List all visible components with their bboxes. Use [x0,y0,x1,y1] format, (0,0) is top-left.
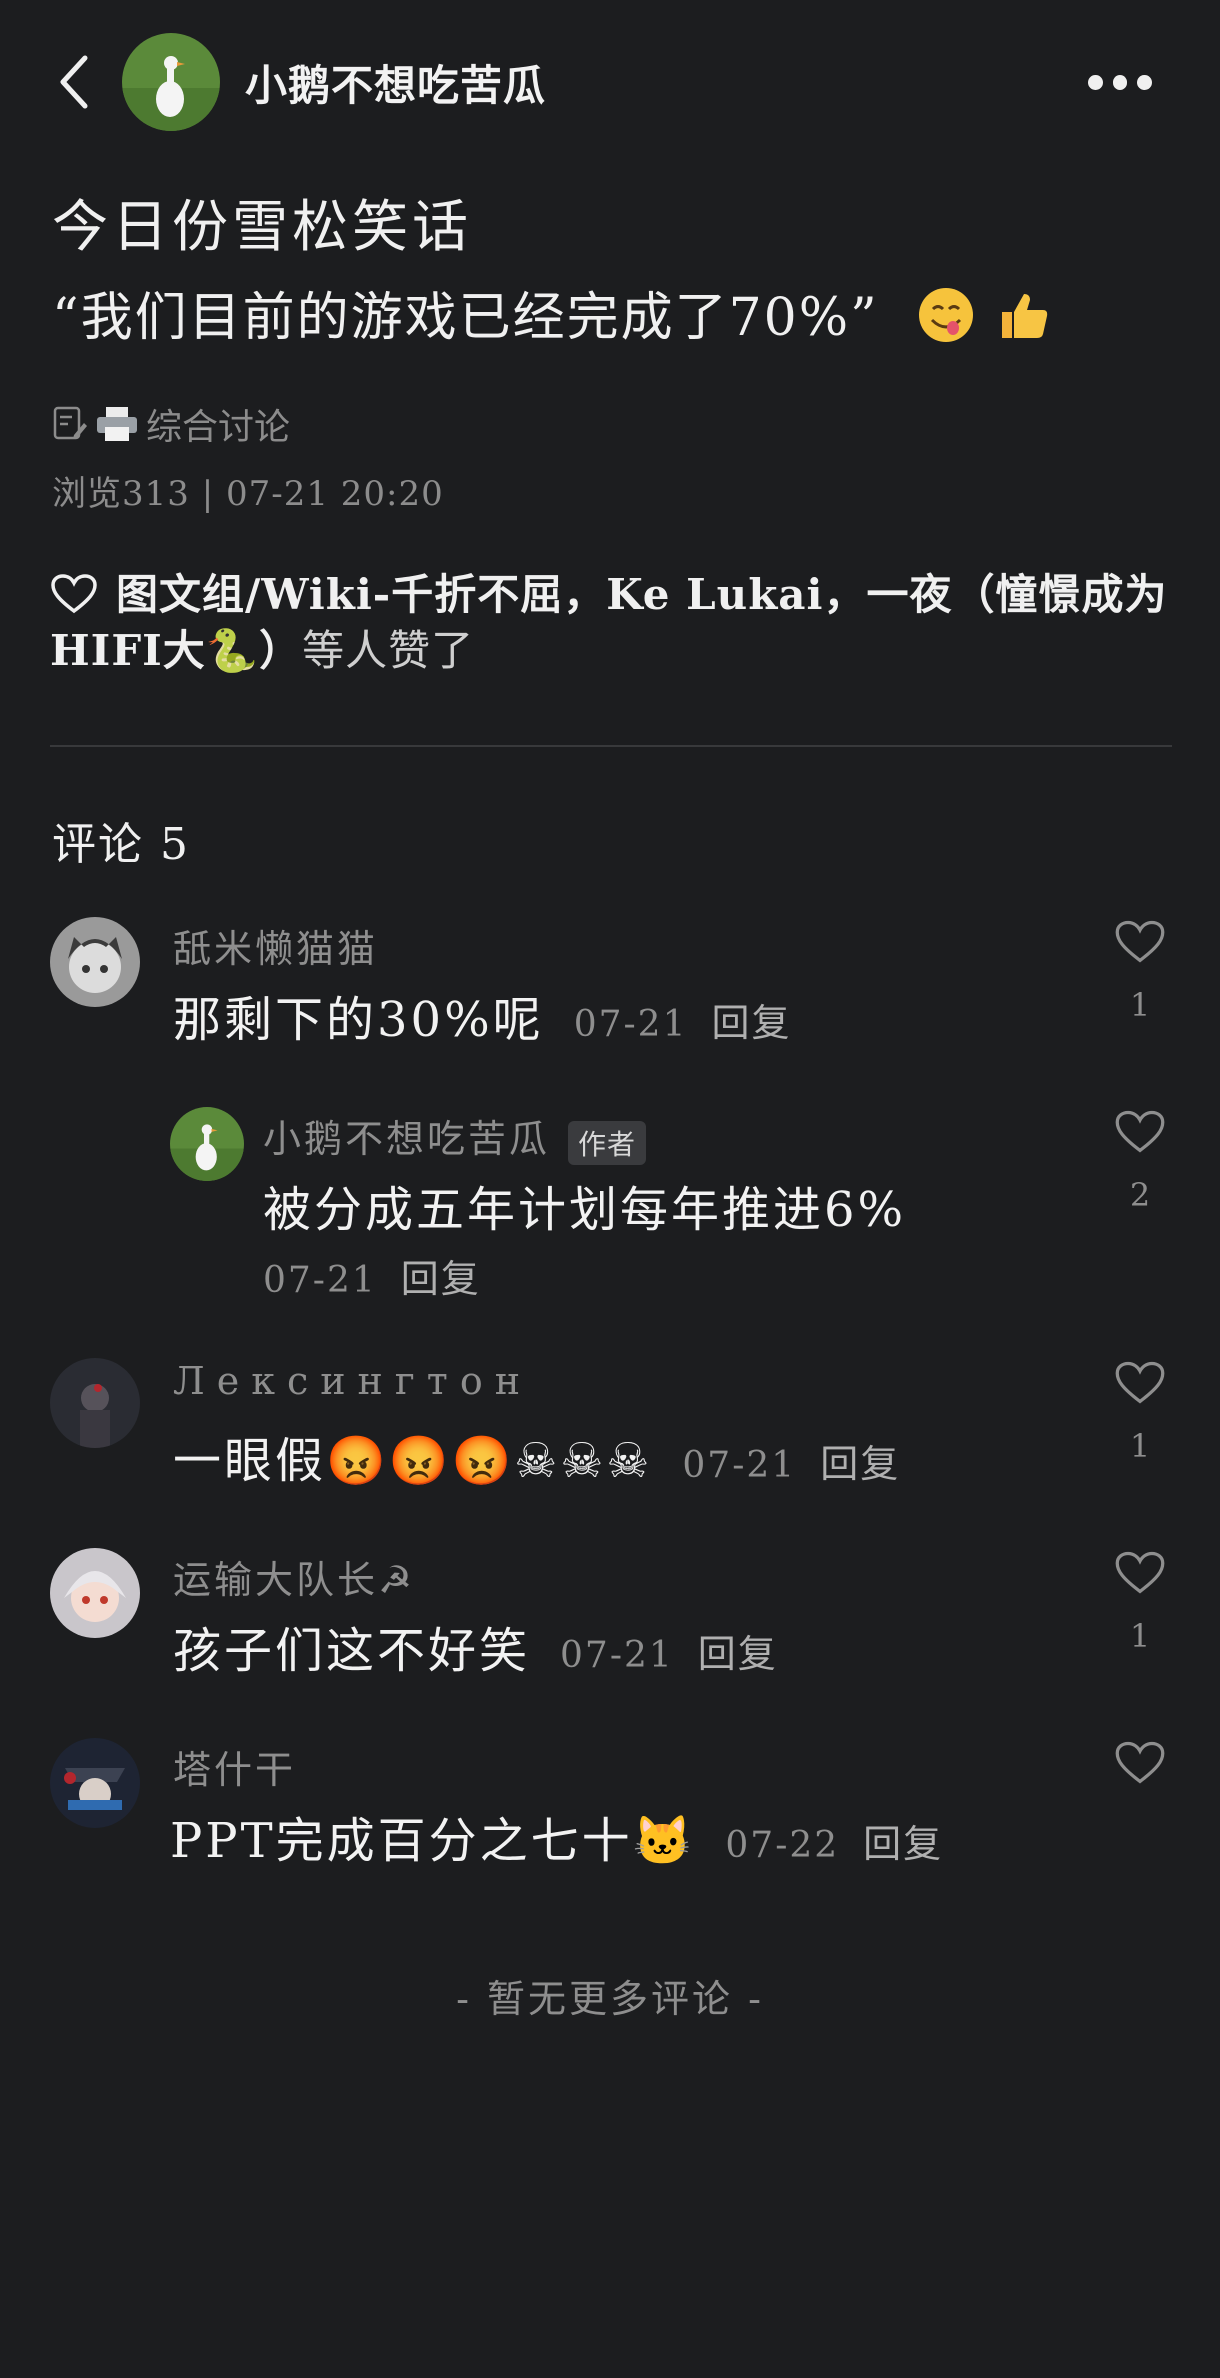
comment-avatar[interactable] [50,1738,140,1828]
heart-outline-icon [1115,1741,1165,1784]
comment-item: 那剩下的30%呢 07-21 回复 [173,980,792,1050]
likes-names: 图文组/Wiki-千折不屈，Ke Lukai，一夜（憧憬成为HIFI大🐍） [50,570,1168,675]
comment-author-name[interactable]: 舐米懒猫猫 [173,918,378,973]
heart-outline-icon [51,574,97,614]
comment-text: 一眼假😡😡😡☠☠☠ [173,1433,653,1489]
reply-button[interactable]: 回复 [698,1632,778,1676]
post-title: 今日份雪松笑话 [52,195,472,260]
author-badge: 作者 [568,1120,647,1165]
comment-text: 被分成五年计划每年推进6% [263,1182,907,1238]
comment-item: PPT完成百分之七十🐱 07-22 回复 [170,1801,943,1871]
post-category[interactable]: 综合讨论 [52,398,290,450]
more-dots-icon [1088,74,1103,90]
reply-button[interactable]: 回复 [820,1442,900,1486]
comments-count-title: 评论 5 [52,819,190,870]
comment-item: 孩子们这不好笑 07-21 回复 [173,1611,778,1681]
comment-avatar[interactable] [50,1358,140,1448]
comment-date: 07-21 [573,1004,688,1045]
likes-tail: 等人赞了 [302,626,475,675]
comment-author-name[interactable]: 塔什干 [173,1739,296,1794]
comment-like-button[interactable] [1114,1108,1166,1156]
comment-date: 07-21 [263,1260,377,1301]
heart-outline-icon [1115,920,1165,963]
divider [50,745,1172,747]
comment-author-name[interactable]: 小鹅不想吃苦瓜 [263,1117,550,1161]
heart-outline-icon [1115,1551,1165,1594]
comment-like-count: 1 [1129,1617,1151,1655]
comment-like-button[interactable] [1114,918,1166,966]
comment-date: 07-21 [682,1445,797,1486]
yum-face-emoji [917,286,975,357]
comment-like-button[interactable] [1114,1739,1166,1787]
likes-row[interactable]: 图文组/Wiki-千折不屈，Ke Lukai，一夜（憧憬成为HIFI大🐍）等人赞… [50,567,1170,679]
comment-text: 那剩下的30%呢 [173,992,544,1048]
heart-outline-icon [1115,1361,1165,1404]
reply-button[interactable]: 回复 [863,1822,943,1866]
author-avatar[interactable] [122,33,220,131]
comment-footer: 07-21 回复 [263,1248,481,1303]
no-more-comments: - 暂无更多评论 - [456,1977,764,2021]
comment-date: 07-21 [560,1635,674,1676]
comment-like-count: 2 [1129,1176,1151,1214]
category-label: 综合讨论 [146,407,291,448]
printer-icon [97,407,137,441]
post-body-text: “我们目前的游戏已经完成了70%” [52,288,879,348]
reply-button[interactable]: 回复 [711,1001,791,1045]
comment-like-count: 1 [1129,986,1151,1024]
reply-button[interactable]: 回复 [401,1257,481,1301]
comment-avatar[interactable] [50,917,140,1007]
comment-avatar[interactable] [170,1107,244,1181]
chevron-left-icon [60,55,88,109]
comment-text: 孩子们这不好笑 [173,1623,531,1679]
back-button[interactable] [55,52,95,112]
heart-outline-icon [1115,1110,1165,1153]
comment-like-button[interactable] [1114,1549,1166,1597]
comment-text: PPT完成百分之七十🐱 [170,1813,696,1869]
document-edit-icon [53,406,87,440]
author-name[interactable]: 小鹅不想吃苦瓜 [245,52,546,113]
thumbs-up-emoji [994,286,1052,357]
comment-like-button[interactable] [1114,1359,1166,1407]
more-options-button[interactable] [1088,70,1153,94]
post-body: “我们目前的游戏已经完成了70%” [52,275,1052,357]
comment-date: 07-22 [725,1825,840,1866]
comment-item: 一眼假😡😡😡☠☠☠ 07-21 回复 [173,1421,900,1491]
comment-avatar[interactable] [50,1548,140,1638]
comment-author-row: 小鹅不想吃苦瓜 作者 [263,1108,647,1165]
comment-like-count: 1 [1129,1427,1151,1465]
comment-author-name[interactable]: Лексингтон [173,1359,532,1403]
comment-author-name[interactable]: 运输大队长☭ [173,1549,415,1604]
post-meta: 浏览313 | 07-21 20:20 [52,474,444,514]
